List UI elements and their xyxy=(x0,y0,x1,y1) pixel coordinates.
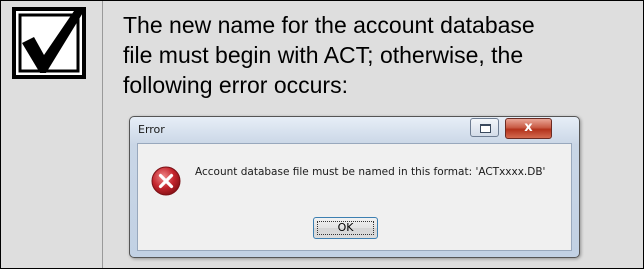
checkbox-checked-icon xyxy=(12,7,86,79)
note-text: The new name for the account database fi… xyxy=(123,12,535,98)
note-box: The new name for the account database fi… xyxy=(0,0,644,269)
dialog-body: Account database file must be named in t… xyxy=(137,143,572,251)
error-dialog: Error x Account database file must be na… xyxy=(129,116,580,258)
error-message: Account database file must be named in t… xyxy=(195,166,546,178)
close-button[interactable]: x xyxy=(505,118,552,139)
restore-icon xyxy=(480,124,491,133)
ok-button[interactable]: OK xyxy=(313,217,378,239)
dialog-titlebar[interactable]: Error x xyxy=(130,117,579,143)
close-icon: x xyxy=(524,120,533,135)
dialog-title: Error xyxy=(138,123,165,136)
error-x-icon xyxy=(151,166,181,196)
note-icon-column xyxy=(1,1,103,268)
restore-button[interactable] xyxy=(470,118,499,137)
